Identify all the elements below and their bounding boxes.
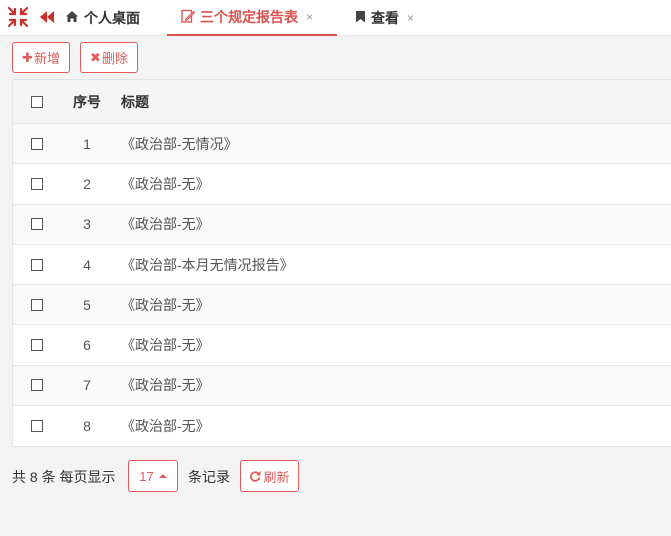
table-row[interactable]: 1 《政治部-无情况》 [13, 124, 671, 165]
refresh-icon [250, 471, 261, 482]
bookmark-icon [355, 10, 366, 26]
row-title[interactable]: 《政治部-无》 [121, 214, 210, 234]
tab-bar: 个人桌面 三个规定报告表 × 查看 × [0, 0, 671, 36]
row-no: 5 [83, 296, 91, 313]
close-icon[interactable]: × [306, 10, 313, 24]
refresh-button[interactable]: 刷新 [240, 460, 299, 492]
page-size-value: 17 [139, 468, 154, 484]
table-row[interactable]: 3 《政治部-无》 [13, 204, 671, 245]
add-button-label: 新增 [33, 51, 60, 66]
row-checkbox[interactable] [31, 177, 43, 190]
delete-icon: ✖ [90, 49, 101, 65]
edit-icon [181, 9, 196, 26]
row-no: 3 [83, 216, 91, 233]
table-row[interactable]: 8 《政治部-无》 [13, 406, 671, 447]
row-no: 4 [83, 256, 91, 273]
row-title[interactable]: 《政治部-无》 [121, 416, 210, 436]
table-header: 序号 标题 [13, 80, 671, 124]
row-no: 6 [83, 337, 91, 354]
row-checkbox[interactable] [31, 258, 43, 271]
close-icon[interactable]: × [407, 11, 414, 25]
row-title[interactable]: 《政治部-无》 [121, 375, 210, 395]
table-row[interactable]: 7 《政治部-无》 [13, 365, 671, 407]
pagination: 共 8 条 每页显示 17 条记录 刷新 [12, 460, 652, 492]
pagination-suffix: 条记录 [188, 469, 230, 485]
row-no: 2 [83, 175, 91, 192]
row-title[interactable]: 《政治部-无》 [121, 295, 210, 315]
tab-label: 查看 [371, 10, 399, 26]
delete-button[interactable]: ✖ 删除 [80, 42, 138, 73]
backward-icon[interactable] [39, 10, 55, 24]
table-row[interactable]: 5 《政治部-无》 [13, 285, 671, 326]
tab-report[interactable]: 三个规定报告表 × [167, 0, 337, 36]
report-table: 序号 标题 1 《政治部-无情况》 2 《政治部-无》 3 《政治部-无》 4 … [12, 79, 671, 448]
row-no: 8 [83, 418, 91, 435]
pagination-summary: 共 8 条 每页显示 [12, 469, 116, 485]
row-checkbox[interactable] [31, 420, 43, 433]
add-button[interactable]: ✚ 新增 [12, 42, 70, 73]
delete-button-label: 删除 [101, 51, 128, 66]
row-title[interactable]: 《政治部-无》 [121, 335, 210, 355]
page-size-dropdown[interactable]: 17 [128, 460, 178, 492]
row-no: 1 [83, 135, 91, 152]
select-all-checkbox[interactable] [31, 95, 43, 108]
tab-label: 三个规定报告表 [200, 9, 298, 25]
row-title[interactable]: 《政治部-无》 [121, 174, 210, 194]
row-checkbox[interactable] [31, 339, 43, 352]
tab-label: 个人桌面 [84, 10, 140, 26]
row-title[interactable]: 《政治部-本月无情况报告》 [121, 255, 294, 275]
row-no: 7 [83, 377, 91, 394]
table-row[interactable]: 2 《政治部-无》 [13, 164, 671, 205]
row-checkbox[interactable] [31, 137, 43, 150]
plus-icon: ✚ [22, 49, 33, 65]
row-checkbox[interactable] [31, 298, 43, 311]
column-header-title[interactable]: 标题 [121, 92, 149, 112]
row-checkbox[interactable] [31, 379, 43, 392]
caret-up-icon [158, 474, 167, 478]
collapse-icon[interactable] [7, 6, 29, 28]
refresh-button-label: 刷新 [263, 469, 290, 485]
table-row[interactable]: 4 《政治部-本月无情况报告》 [13, 244, 671, 286]
tab-view[interactable]: 查看 × [355, 0, 414, 36]
table-row[interactable]: 6 《政治部-无》 [13, 325, 671, 366]
tab-home[interactable]: 个人桌面 [65, 0, 140, 36]
column-header-no[interactable]: 序号 [68, 92, 106, 112]
row-checkbox[interactable] [31, 218, 43, 231]
home-icon [65, 10, 79, 26]
row-title[interactable]: 《政治部-无情况》 [121, 134, 238, 154]
